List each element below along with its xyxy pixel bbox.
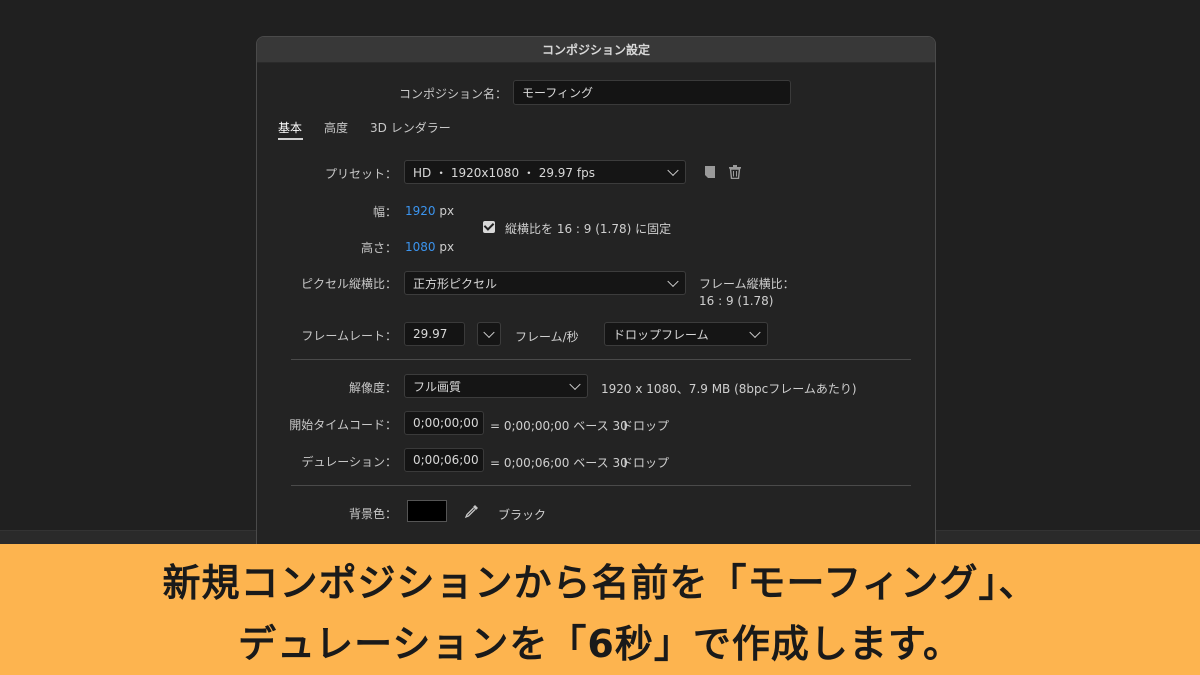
preset-value: HD ・ 1920x1080 ・ 29.97 fps	[413, 165, 595, 180]
drop-frame-dropdown[interactable]: ドロップフレーム	[604, 322, 768, 346]
bg-color-label: 背景色：	[348, 507, 397, 521]
dialog-title: コンポジション設定	[257, 37, 935, 63]
tab-advanced[interactable]: 高度	[324, 119, 348, 136]
bg-color-name: ブラック	[498, 508, 547, 522]
divider	[291, 485, 911, 486]
resolution-info: 1920 x 1080、7.9 MB (8bpcフレームあたり)	[601, 382, 857, 396]
start-timecode-info: = 0;00;00;00 ベース 30	[490, 419, 628, 433]
chevron-down-icon	[569, 378, 581, 391]
frame-rate-dropdown[interactable]	[477, 322, 501, 346]
resolution-dropdown[interactable]: フル画質	[404, 374, 588, 398]
duration-info: = 0;00;06;00 ベース 30	[490, 456, 628, 470]
bg-color-swatch[interactable]	[407, 500, 447, 522]
tab-basic[interactable]: 基本	[278, 119, 302, 136]
width-value[interactable]: 1920	[405, 204, 436, 218]
chevron-down-icon	[749, 326, 761, 339]
frame-rate-label: フレームレート：	[301, 329, 397, 343]
height-label: 高さ：	[360, 241, 397, 255]
pixel-aspect-value: 正方形ピクセル	[413, 276, 498, 291]
frame-aspect-value: 16 : 9 (1.78)	[699, 294, 774, 308]
resolution-label: 解像度：	[348, 381, 397, 395]
preset-label: プリセット：	[324, 167, 397, 181]
frame-rate-input[interactable]: 29.97	[404, 322, 465, 346]
trash-icon[interactable]	[728, 165, 742, 179]
aspect-lock-label: 縦横比を 16 : 9 (1.78) に固定	[505, 222, 672, 236]
tab-basic-underline	[278, 138, 303, 140]
duration-label: デュレーション：	[301, 455, 397, 469]
comp-name-input[interactable]: モーフィング	[513, 80, 791, 105]
chevron-down-icon	[667, 275, 679, 288]
chevron-down-icon	[667, 164, 679, 177]
comp-name-label: コンポジション名：	[398, 87, 507, 101]
height-unit: px	[439, 240, 455, 254]
chevron-down-icon	[483, 326, 495, 339]
start-timecode-label: 開始タイムコード：	[289, 418, 397, 432]
caption-line-2: デュレーションを「6秒」で作成します。	[237, 621, 963, 666]
composition-settings-dialog: コンポジション設定 コンポジション名： モーフィング 基本 高度 3D レンダラ…	[256, 36, 936, 556]
duration-drop: ドロップ	[621, 456, 670, 470]
preset-dropdown[interactable]: HD ・ 1920x1080 ・ 29.97 fps	[404, 160, 686, 184]
aspect-lock-checkbox[interactable]	[483, 221, 495, 233]
duration-input[interactable]: 0;00;06;00	[404, 448, 484, 472]
width-label: 幅：	[372, 205, 397, 219]
tab-3d-renderer[interactable]: 3D レンダラー	[370, 119, 451, 136]
caption-line-1: 新規コンポジションから名前を「モーフィング」、	[162, 560, 1038, 605]
resolution-value: フル画質	[413, 379, 462, 394]
save-preset-icon[interactable]	[703, 165, 717, 179]
eyedropper-icon[interactable]	[464, 503, 480, 519]
pixel-aspect-label: ピクセル縦横比：	[300, 277, 397, 291]
drop-frame-value: ドロップフレーム	[613, 327, 709, 342]
height-value[interactable]: 1080	[405, 240, 436, 254]
divider	[291, 359, 911, 360]
caption-banner: 新規コンポジションから名前を「モーフィング」、 デュレーションを「6秒」で作成し…	[0, 544, 1200, 675]
width-unit: px	[439, 204, 455, 218]
pixel-aspect-dropdown[interactable]: 正方形ピクセル	[404, 271, 686, 295]
frame-rate-unit: フレーム/秒	[515, 330, 579, 344]
start-timecode-drop: ドロップ	[621, 419, 670, 433]
start-timecode-input[interactable]: 0;00;00;00	[404, 411, 484, 435]
frame-aspect-label: フレーム縦横比：	[699, 277, 795, 291]
